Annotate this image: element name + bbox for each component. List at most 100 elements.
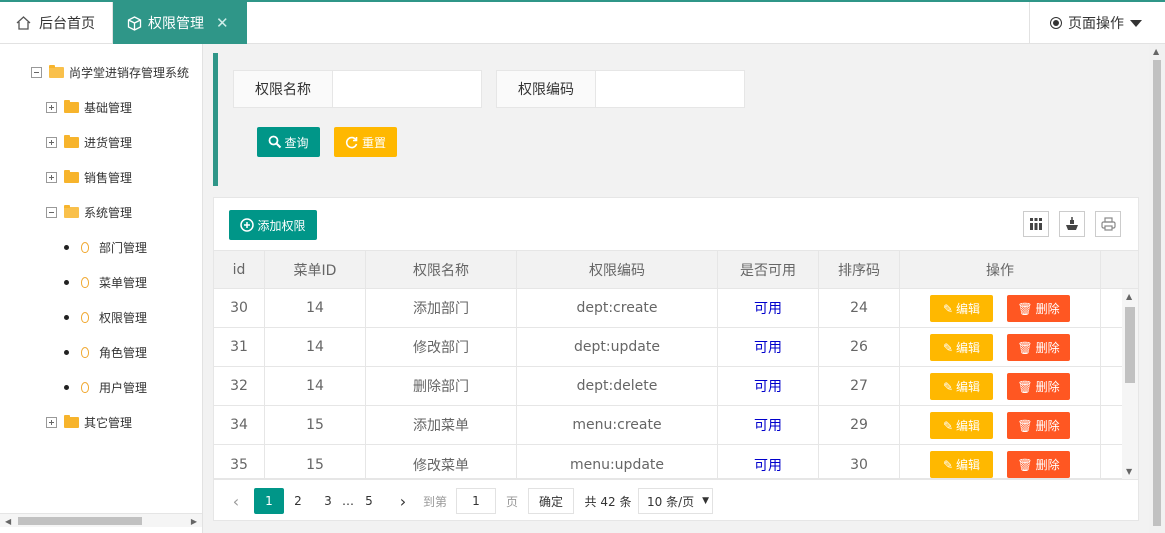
cell-sort: 29 bbox=[819, 406, 900, 444]
folder-icon bbox=[64, 135, 79, 148]
edit-button[interactable]: ✎ 编辑 bbox=[930, 295, 993, 322]
tab-permission-management[interactable]: 权限管理 ✕ bbox=[113, 2, 247, 44]
page-operations-menu[interactable]: 页面操作 bbox=[1029, 2, 1165, 44]
tree-leaf-menu[interactable]: 菜单管理 bbox=[64, 274, 147, 291]
tree-leaf-permission[interactable]: 权限管理 bbox=[64, 309, 147, 326]
table-vertical-scrollbar[interactable]: ▲ ▼ bbox=[1122, 289, 1138, 479]
pagination: ‹ 1 2 3 … 5 › 到第 1 页 确定 共 42 条 10 条/页 ▼ bbox=[214, 479, 1138, 520]
trash-icon: 🗑 bbox=[1017, 379, 1033, 394]
col-header-available[interactable]: 是否可用 bbox=[718, 251, 819, 288]
prev-page-icon[interactable]: ‹ bbox=[226, 488, 246, 514]
per-page-select[interactable]: 10 条/页 ▼ bbox=[638, 488, 713, 514]
tree-node-label: 基础管理 bbox=[84, 101, 133, 115]
scroll-up-icon[interactable]: ▲ bbox=[1153, 47, 1159, 56]
delete-button-label: 删除 bbox=[1035, 341, 1060, 355]
table-row[interactable]: 32 14 删除部门 dept:delete 可用 27 ✎ 编辑 🗑 删除 bbox=[214, 367, 1124, 406]
cell-menu-id: 15 bbox=[265, 445, 366, 478]
caret-down-icon bbox=[1130, 19, 1142, 27]
page-1[interactable]: 1 bbox=[254, 488, 284, 514]
col-header-sort[interactable]: 排序码 bbox=[819, 251, 900, 288]
edit-button[interactable]: ✎ 编辑 bbox=[930, 373, 993, 400]
print-icon[interactable] bbox=[1095, 211, 1121, 237]
add-permission-button[interactable]: 添加权限 bbox=[229, 210, 317, 240]
sidebar-horizontal-scrollbar[interactable]: ◀ ▶ bbox=[0, 513, 202, 527]
goto-page-input[interactable]: 1 bbox=[456, 488, 496, 514]
collapse-icon[interactable] bbox=[46, 207, 57, 218]
tree-node-system[interactable]: 系统管理 bbox=[46, 204, 132, 221]
tree-leaf-label: 用户管理 bbox=[99, 381, 148, 395]
tree-node-sales[interactable]: 销售管理 bbox=[46, 169, 132, 186]
scrollbar-thumb[interactable] bbox=[1125, 307, 1135, 383]
tree-leaf-user[interactable]: 用户管理 bbox=[64, 379, 147, 396]
tab-home[interactable]: 后台首页 bbox=[0, 2, 113, 44]
permission-code-label: 权限编码 bbox=[496, 70, 596, 108]
delete-button-label: 删除 bbox=[1035, 380, 1060, 394]
expand-icon[interactable] bbox=[46, 102, 57, 113]
col-header-menu-id[interactable]: 菜单ID bbox=[265, 251, 366, 288]
reset-button[interactable]: 重置 bbox=[334, 127, 397, 157]
query-button[interactable]: 查询 bbox=[257, 127, 320, 157]
tree-node-purchase[interactable]: 进货管理 bbox=[46, 134, 132, 151]
permission-name-label: 权限名称 bbox=[233, 70, 333, 108]
delete-button[interactable]: 🗑 删除 bbox=[1007, 373, 1070, 400]
tree-node-label: 系统管理 bbox=[84, 206, 133, 220]
edit-button[interactable]: ✎ 编辑 bbox=[930, 412, 993, 439]
scrollbar-thumb[interactable] bbox=[18, 517, 142, 525]
folder-open-icon bbox=[64, 205, 79, 218]
cell-code: dept:update bbox=[517, 328, 718, 366]
col-header-code[interactable]: 权限编码 bbox=[517, 251, 718, 288]
pencil-icon: ✎ bbox=[942, 301, 954, 316]
tree-node-other[interactable]: 其它管理 bbox=[46, 414, 132, 431]
edit-button[interactable]: ✎ 编辑 bbox=[930, 334, 993, 361]
scrollbar-thumb[interactable] bbox=[1153, 60, 1161, 526]
page-2[interactable]: 2 bbox=[288, 488, 308, 514]
folder-icon bbox=[64, 415, 79, 428]
delete-button-label: 删除 bbox=[1035, 302, 1060, 316]
delete-button[interactable]: 🗑 删除 bbox=[1007, 295, 1070, 322]
permission-code-input[interactable] bbox=[595, 70, 745, 108]
scroll-up-icon[interactable]: ▲ bbox=[1126, 292, 1132, 301]
permission-name-input[interactable] bbox=[332, 70, 482, 108]
cell-code: dept:delete bbox=[517, 367, 718, 405]
main-vertical-scrollbar[interactable]: ▲ bbox=[1149, 44, 1165, 533]
goto-confirm-button[interactable]: 确定 bbox=[528, 488, 574, 514]
cell-menu-id: 14 bbox=[265, 367, 366, 405]
scroll-left-icon[interactable]: ◀ bbox=[5, 517, 11, 526]
tree-leaf-dept[interactable]: 部门管理 bbox=[64, 239, 147, 256]
close-icon[interactable]: ✕ bbox=[216, 14, 229, 32]
page-3[interactable]: 3 bbox=[318, 488, 338, 514]
scroll-right-icon[interactable]: ▶ bbox=[191, 517, 197, 526]
pencil-icon: ✎ bbox=[942, 379, 954, 394]
reset-button-label: 重置 bbox=[361, 135, 386, 150]
next-page-icon[interactable]: › bbox=[393, 488, 413, 514]
page-5[interactable]: 5 bbox=[359, 488, 379, 514]
export-icon[interactable] bbox=[1059, 211, 1085, 237]
permission-table-panel: 添加权限 id 菜单ID 权限名称 权限编码 是否可用 排序码 操作 30 14… bbox=[213, 197, 1139, 521]
delete-button[interactable]: 🗑 删除 bbox=[1007, 412, 1070, 439]
table-row[interactable]: 30 14 添加部门 dept:create 可用 24 ✎ 编辑 🗑 删除 bbox=[214, 289, 1124, 328]
leaf-icon bbox=[81, 312, 89, 323]
delete-button[interactable]: 🗑 删除 bbox=[1007, 451, 1070, 478]
scroll-down-icon[interactable]: ▼ bbox=[1126, 467, 1132, 476]
cell-available: 可用 bbox=[718, 367, 819, 405]
edit-button[interactable]: ✎ 编辑 bbox=[930, 451, 993, 478]
table-row[interactable]: 34 15 添加菜单 menu:create 可用 29 ✎ 编辑 🗑 删除 bbox=[214, 406, 1124, 445]
tree-node-basic[interactable]: 基础管理 bbox=[46, 99, 132, 116]
collapse-icon[interactable] bbox=[31, 67, 42, 78]
expand-icon[interactable] bbox=[46, 137, 57, 148]
delete-button[interactable]: 🗑 删除 bbox=[1007, 334, 1070, 361]
col-header-name[interactable]: 权限名称 bbox=[366, 251, 517, 288]
columns-icon[interactable] bbox=[1023, 211, 1049, 237]
cell-id: 35 bbox=[214, 445, 265, 478]
col-header-id[interactable]: id bbox=[214, 251, 265, 288]
select-caret-icon: ▼ bbox=[702, 496, 710, 506]
tree-root[interactable]: 尚学堂进销存管理系统 bbox=[31, 64, 189, 81]
expand-icon[interactable] bbox=[46, 417, 57, 428]
table-row[interactable]: 31 14 修改部门 dept:update 可用 26 ✎ 编辑 🗑 删除 bbox=[214, 328, 1124, 367]
tree-leaf-label: 部门管理 bbox=[99, 241, 148, 255]
bullet-icon bbox=[64, 315, 69, 320]
expand-icon[interactable] bbox=[46, 172, 57, 183]
bullet-icon bbox=[64, 385, 69, 390]
table-row[interactable]: 35 15 修改菜单 menu:update 可用 30 ✎ 编辑 🗑 删除 bbox=[214, 445, 1124, 479]
tree-leaf-role[interactable]: 角色管理 bbox=[64, 344, 147, 361]
